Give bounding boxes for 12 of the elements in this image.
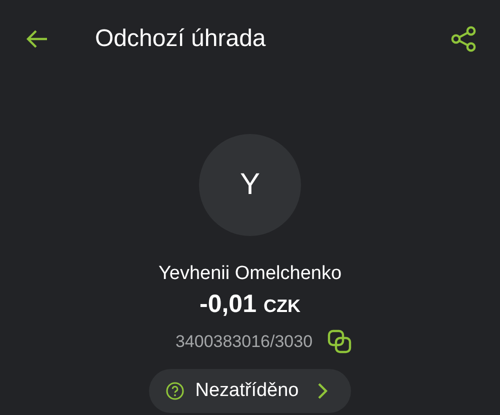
account-number: 3400383016/3030 xyxy=(175,332,313,352)
counterparty-name: Yevhenii Omelchenko xyxy=(158,263,342,285)
share-icon[interactable] xyxy=(450,25,478,53)
chevron-right-icon xyxy=(316,381,329,401)
screen-title: Odchozí úhrada xyxy=(95,25,267,53)
amount: -0,01 xyxy=(200,290,256,319)
back-arrow-icon[interactable] xyxy=(25,29,49,49)
currency: CZK xyxy=(263,296,300,317)
category-button[interactable]: Nezatříděno xyxy=(149,369,351,413)
question-icon xyxy=(165,381,186,401)
avatar: Y xyxy=(199,134,301,236)
copy-icon[interactable] xyxy=(326,329,353,355)
